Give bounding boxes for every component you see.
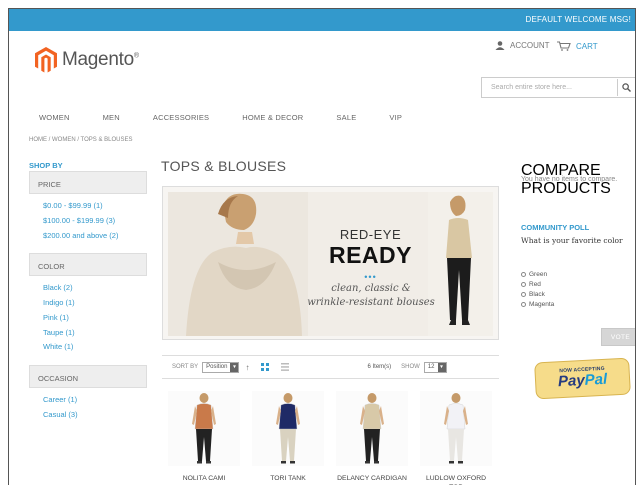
breadcrumb[interactable]: HOME / WOMEN / TOPS & BLOUSES xyxy=(29,137,132,143)
cart-label: CART xyxy=(576,41,598,51)
product-card[interactable]: LUDLOW OXFORD TOP xyxy=(414,391,498,485)
filter-list-occasion: Career (1) Casual (3) xyxy=(29,388,147,433)
filter-title-color[interactable]: COLOR xyxy=(29,253,147,277)
poll-option[interactable]: Red xyxy=(521,281,554,288)
radio-icon[interactable] xyxy=(521,292,526,297)
poll-option[interactable]: Magenta xyxy=(521,301,554,308)
radio-icon[interactable] xyxy=(521,282,526,287)
product-name[interactable]: DELANCY CARDIGAN xyxy=(336,474,408,483)
top-bar: DEFAULT WELCOME MSG! xyxy=(9,9,635,31)
items-count: 6 Item(s) xyxy=(367,364,392,370)
show-label: SHOW xyxy=(401,364,420,370)
product-name[interactable]: LUDLOW OXFORD TOP xyxy=(420,474,492,485)
welcome-message: DEFAULT WELCOME MSG! xyxy=(525,15,631,24)
user-icon xyxy=(495,41,505,50)
search-button[interactable] xyxy=(617,79,634,96)
banner-dots: ••• xyxy=(364,272,377,282)
account-link[interactable]: ACCOUNT xyxy=(495,41,550,50)
filter-option[interactable]: Black (2) xyxy=(43,283,147,293)
filter-option[interactable]: $0.00 - $99.99 (1) xyxy=(43,201,147,211)
nav-item-women[interactable]: WOMEN xyxy=(39,113,70,122)
vote-button[interactable]: VOTE xyxy=(601,328,635,346)
product-card[interactable]: TORI TANK xyxy=(246,391,330,485)
product-card[interactable]: DELANCY CARDIGAN xyxy=(330,391,414,485)
magento-logo-icon xyxy=(35,47,57,73)
product-grid: NOLITA CAMI TORI TANK DELANCY CARDIGAN LUDL… xyxy=(162,391,499,485)
nav-item-accessories[interactable]: ACCESSORIES xyxy=(153,113,209,122)
search-placeholder: Search entire store here... xyxy=(491,84,572,91)
radio-icon[interactable] xyxy=(521,272,526,277)
filter-option[interactable]: $200.00 and above (2) xyxy=(43,231,147,241)
banner-image: RED-EYE READY ••• clean, classic & wrink… xyxy=(168,192,493,336)
store-logo[interactable]: Magento® xyxy=(35,47,139,73)
nav-item-men[interactable]: MEN xyxy=(103,113,120,122)
paypal-badge[interactable]: NOW ACCEPTING PayPal xyxy=(534,357,631,400)
sort-direction-icon[interactable]: ↑ xyxy=(245,363,249,372)
cart-icon xyxy=(557,41,571,51)
limit-value: 12 xyxy=(427,364,435,370)
nav-item-vip[interactable]: VIP xyxy=(389,113,402,122)
cart-link[interactable]: CART xyxy=(557,41,598,51)
nav-item-sale[interactable]: SALE xyxy=(336,113,356,122)
filter-list-color: Black (2) Indigo (1) Pink (1) Taupe (1) … xyxy=(29,276,147,365)
sort-value: Position xyxy=(206,364,228,370)
search-icon xyxy=(621,83,631,92)
poll-title: COMMUNITY POLL xyxy=(521,223,590,232)
filter-option[interactable]: Casual (3) xyxy=(43,410,147,420)
filter-option[interactable]: Pink (1) xyxy=(43,313,147,323)
limit-select[interactable]: 12 ▾ xyxy=(423,361,447,373)
banner-headline-2: READY xyxy=(328,242,412,268)
browser-frame: DEFAULT WELCOME MSG! Magento® ACCOUNT CA… xyxy=(8,8,636,485)
paypal-logo: PayPal xyxy=(557,370,608,391)
product-toolbar: SORT BY Position ▾ ↑ 6 Item(s) SHOW 12 ▾ xyxy=(162,355,499,379)
product-image[interactable] xyxy=(336,391,408,466)
page-title: TOPS & BLOUSES xyxy=(161,158,287,174)
poll-option[interactable]: Green xyxy=(521,271,554,278)
filter-title-price[interactable]: PRICE xyxy=(29,171,147,194)
product-image[interactable] xyxy=(252,391,324,466)
shop-by-heading: SHOP BY xyxy=(29,161,63,170)
poll-option[interactable]: Black xyxy=(521,291,554,298)
banner-tagline-1: clean, classic & xyxy=(331,283,411,294)
list-view-icon[interactable] xyxy=(281,363,290,371)
product-image[interactable] xyxy=(420,391,492,466)
filter-option[interactable]: White (1) xyxy=(43,342,147,352)
compare-text: You have no items to compare. xyxy=(521,176,618,183)
filter-option[interactable]: $100.00 - $199.99 (3) xyxy=(43,216,147,226)
grid-view-icon[interactable] xyxy=(261,363,270,371)
chevron-down-icon: ▾ xyxy=(230,362,239,372)
sort-label: SORT BY xyxy=(172,364,199,370)
poll-question: What is your favorite color xyxy=(521,236,623,245)
product-image[interactable] xyxy=(168,391,240,466)
product-name[interactable]: NOLITA CAMI xyxy=(168,474,240,483)
banner-tagline: clean, classic & wrinkle-resistant blous… xyxy=(296,282,446,309)
main-nav: WOMEN MEN ACCESSORIES HOME & DECOR SALE … xyxy=(39,113,435,122)
product-name[interactable]: TORI TANK xyxy=(252,474,324,483)
product-card[interactable]: NOLITA CAMI xyxy=(162,391,246,485)
filter-list-price: $0.00 - $99.99 (1) $100.00 - $199.99 (3)… xyxy=(29,194,147,253)
sort-select[interactable]: Position ▾ xyxy=(202,361,240,373)
filter-option[interactable]: Taupe (1) xyxy=(43,328,147,338)
banner-headline-1: RED-EYE xyxy=(339,227,402,242)
search-input[interactable]: Search entire store here... xyxy=(481,77,635,98)
filter-option[interactable]: Indigo (1) xyxy=(43,298,147,308)
filter-title-occasion[interactable]: OCCASION xyxy=(29,365,147,388)
category-banner[interactable]: RED-EYE READY ••• clean, classic & wrink… xyxy=(162,186,499,340)
chevron-down-icon: ▾ xyxy=(437,362,446,372)
account-label: ACCOUNT xyxy=(510,41,550,50)
nav-item-home-decor[interactable]: HOME & DECOR xyxy=(242,113,303,122)
logo-text: Magento® xyxy=(62,49,139,70)
filter-option[interactable]: Career (1) xyxy=(43,395,147,405)
poll-options: Green Red Black Magenta xyxy=(521,271,554,311)
banner-tagline-2: wrinkle-resistant blouses xyxy=(307,296,435,308)
radio-icon[interactable] xyxy=(521,302,526,307)
layered-navigation: PRICE $0.00 - $99.99 (1) $100.00 - $199.… xyxy=(29,171,147,433)
